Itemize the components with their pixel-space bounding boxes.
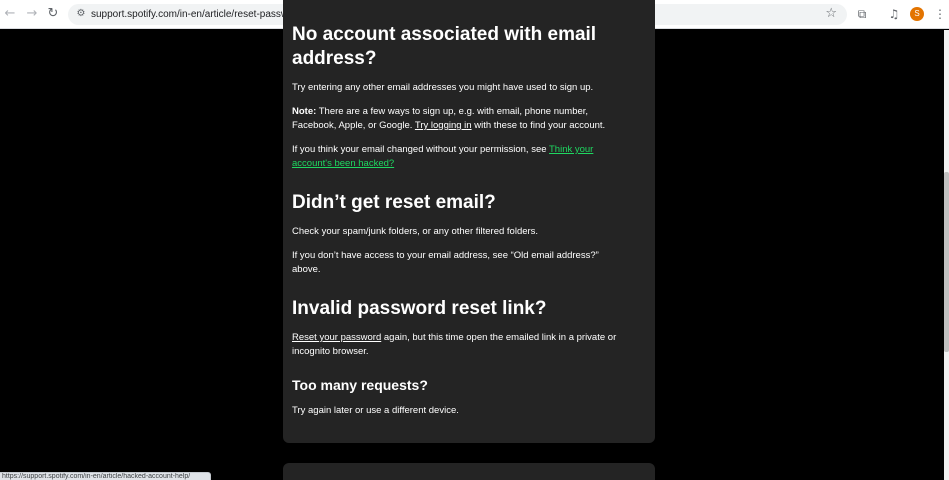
paragraph-line: above. xyxy=(292,264,321,275)
arrow-left-icon[interactable]: ← xyxy=(2,6,18,22)
paragraph-try-other-emails: Try entering any other email addresses y… xyxy=(292,82,594,93)
email-changed-text: If you think your email changed without … xyxy=(292,144,549,155)
url-text[interactable]: support.spotify.com/in-en/article/reset-… xyxy=(91,8,305,21)
heading-no-reset-email: Didn’t get reset email? xyxy=(292,192,496,213)
note-text: Facebook, Apple, or Google. xyxy=(292,120,415,131)
try-logging-in-link[interactable]: Try logging in xyxy=(415,120,472,131)
star-icon[interactable]: ☆ xyxy=(825,6,837,22)
paragraph-line: If you don’t have access to your email a… xyxy=(292,250,599,261)
note-text: with these to find your account. xyxy=(471,120,606,131)
heading-line: address? xyxy=(292,48,377,69)
scrollbar-thumb[interactable] xyxy=(944,172,949,352)
reset-password-link[interactable]: Reset your password xyxy=(292,332,381,343)
kebab-menu-icon[interactable]: ⋮ xyxy=(934,6,946,22)
paragraph-check-spam: Check your spam/junk folders, or any oth… xyxy=(292,226,539,237)
note-label: Note: xyxy=(292,106,317,117)
reset-again-text: again, but this time open the emailed li… xyxy=(381,332,617,343)
article-card: No account associated with email address… xyxy=(283,0,655,443)
tune-icon[interactable]: ⚙ xyxy=(74,7,88,21)
heading-invalid-link: Invalid password reset link? xyxy=(292,298,547,319)
link-status-bar: https://support.spotify.com/in-en/articl… xyxy=(0,472,211,480)
reload-icon[interactable]: ↻ xyxy=(45,6,61,22)
paragraph-email-changed: If you think your email changed without … xyxy=(292,143,644,171)
heading-no-account: No account associated with email address… xyxy=(292,23,596,71)
paragraph-line: incognito browser. xyxy=(292,346,369,357)
page-scrollbar[interactable] xyxy=(944,30,949,480)
media-control-icon[interactable]: ♫ xyxy=(886,6,902,22)
next-article-card xyxy=(283,463,655,480)
account-hacked-link[interactable]: account's been hacked? xyxy=(292,158,394,169)
paragraph-try-later: Try again later or use a different devic… xyxy=(292,405,459,416)
heading-too-many-requests: Too many requests? xyxy=(292,377,428,393)
paragraph-reset-again: Reset your password again, but this time… xyxy=(292,331,644,359)
account-hacked-link[interactable]: Think your xyxy=(549,144,593,155)
arrow-right-icon[interactable]: → xyxy=(24,6,40,22)
heading-line: No account associated with email xyxy=(292,24,597,45)
avatar[interactable]: S xyxy=(910,7,924,21)
puzzle-icon[interactable]: ⧉ xyxy=(854,6,870,22)
paragraph-no-email-access: If you don’t have access to your email a… xyxy=(292,249,644,277)
paragraph-note: Note: There are a few ways to sign up, e… xyxy=(292,105,644,133)
note-text: There are a few ways to sign up, e.g. wi… xyxy=(316,106,589,117)
